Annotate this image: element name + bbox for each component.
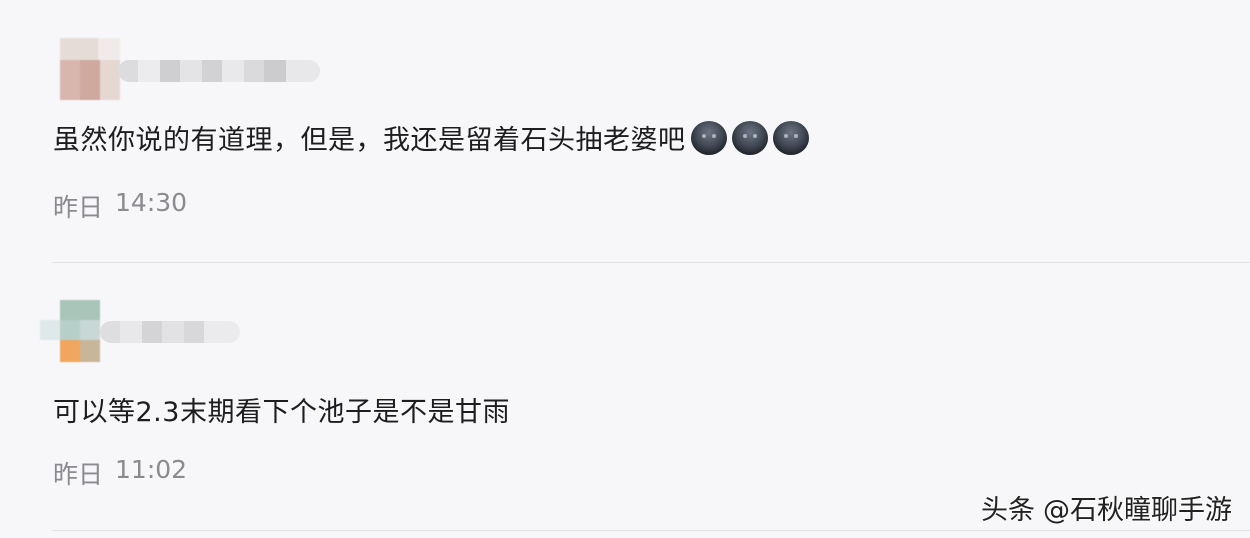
avatar-pixel [60,60,80,100]
comment-timestamp: 昨日 14:30 [53,188,187,224]
avatar-pixel [80,320,100,340]
comment-timestamp: 昨日 11:02 [53,455,187,491]
username-blurred[interactable] [118,60,320,82]
avatar-pixel [80,60,100,100]
avatar[interactable] [40,300,100,362]
avatar-pixel [80,340,100,362]
avatar-pixel [100,60,120,100]
timestamp-clock: 14:30 [115,188,188,217]
avatar-pixel [60,300,100,320]
avatar-pixel [60,320,80,340]
comment-item: 虽然你说的有道理，但是，我还是留着石头抽老婆吧 昨日 14:30 [0,0,1250,264]
avatar-pixel [40,320,60,340]
avatar[interactable] [60,38,120,100]
username-blurred[interactable] [100,321,240,343]
watermark-author: @石秋瞳聊手游 [1043,495,1232,526]
dark-face-emoji-icon [690,120,727,155]
dark-face-emoji-icon [731,120,768,155]
watermark: 头条 @石秋瞳聊手游 [981,488,1232,527]
timestamp-clock: 11:02 [115,455,188,484]
timestamp-day: 昨日 [53,193,104,222]
comment-text: 可以等2.3末期看下个池子是不是甘雨 [53,390,510,429]
comment-divider [52,262,1250,263]
comment-body: 虽然你说的有道理，但是，我还是留着石头抽老婆吧 [53,125,686,156]
avatar-pixel [60,340,80,362]
comment-text: 虽然你说的有道理，但是，我还是留着石头抽老婆吧 [53,118,809,157]
avatar-pixel [60,38,98,60]
avatar-pixel [98,38,120,60]
comment-divider [52,530,1250,531]
comment-body: 可以等2.3末期看下个池子是不是甘雨 [53,397,510,428]
timestamp-day: 昨日 [53,460,104,489]
dark-face-emoji-icon [772,120,809,155]
watermark-platform: 头条 [981,495,1035,526]
